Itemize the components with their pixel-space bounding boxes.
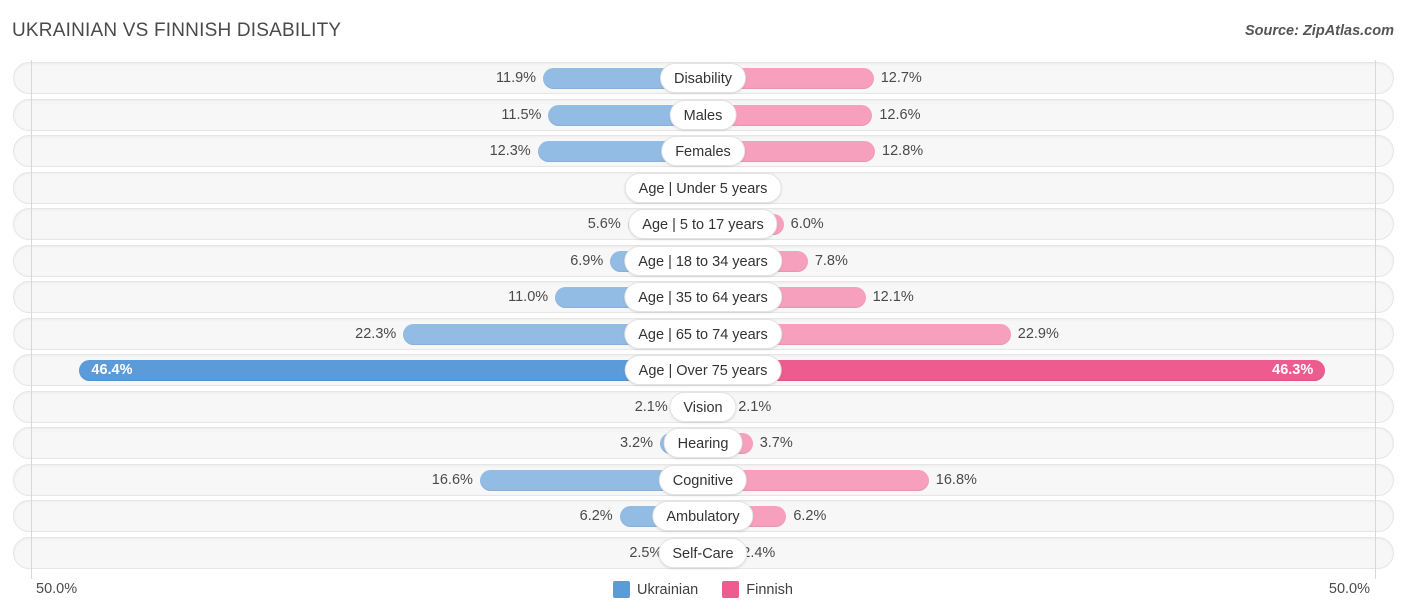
value-label-ukrainian: 6.9% [570,252,604,269]
chart-footer: 50.0% 50.0% Ukrainian Finnish [0,573,1406,612]
value-label-ukrainian: 11.5% [501,106,542,123]
table-row: 16.6% 16.8% Cognitive [0,462,1406,499]
chart-header: UKRAINIAN VS FINNISH DISABILITY Source: … [0,0,1406,60]
category-label: Age | 5 to 17 years [628,209,778,239]
legend-label: Ukrainian [637,581,699,598]
value-label-ukrainian: 5.6% [587,216,621,232]
category-label: Cognitive [658,464,748,495]
category-label: Ambulatory [652,501,754,531]
value-label-ukrainian: 22.3% [355,325,397,342]
value-label-ukrainian: 11.9% [496,70,537,86]
value-label-finnish: 16.8% [935,471,977,488]
value-label-finnish: 12.1% [872,289,914,305]
legend-item[interactable]: Ukrainian [613,581,698,598]
value-label-finnish: 2.1% [738,398,772,415]
legend-label: Finnish [746,581,793,598]
category-label: Age | 18 to 34 years [624,245,782,276]
value-label-finnish: 12.6% [879,106,921,123]
value-label-finnish: 46.3% [1272,362,1314,378]
category-label: Hearing [663,428,743,458]
table-row: 2.1% 2.1% Vision [0,389,1406,426]
category-label: Females [661,136,745,166]
value-label-finnish: 6.0% [790,216,824,232]
table-row: 11.9% 12.7% Disability [0,60,1406,97]
value-label-finnish: 3.7% [759,435,793,451]
value-label-ukrainian: 12.3% [489,143,531,159]
table-row: 6.9% 7.8% Age | 18 to 34 years [0,243,1406,280]
table-row: 6.2% 6.2% Ambulatory [0,498,1406,535]
value-label-ukrainian: 46.4% [91,362,133,378]
gridline-left [31,60,32,579]
category-label: Males [669,99,737,130]
category-label: Age | Over 75 years [624,355,782,385]
value-label-finnish: 6.2% [793,508,827,524]
value-label-ukrainian: 16.6% [431,471,473,488]
source-attribution: Source: ZipAtlas.com [1244,23,1394,39]
value-label-ukrainian: 11.0% [508,289,549,305]
chart-root: UKRAINIAN VS FINNISH DISABILITY Source: … [0,0,1406,612]
value-label-ukrainian: 2.1% [634,398,668,415]
legend-swatch-icon [613,581,630,598]
bar-rows: 11.9% 12.7% Disability 11.5% 12.6% Males 12.3%… [0,60,1406,571]
table-row: 12.3% 12.8% Females [0,133,1406,170]
table-row: 11.5% 12.6% Males [0,97,1406,134]
table-row: 5.6% 6.0% Age | 5 to 17 years [0,206,1406,243]
table-row: 46.4% 46.3% Age | Over 75 years [0,352,1406,389]
category-label: Vision [669,391,737,422]
category-label: Age | 35 to 64 years [624,282,782,312]
value-label-finnish: 12.8% [882,143,924,159]
plot-area: 11.9% 12.7% Disability 11.5% 12.6% Males 12.3%… [0,60,1406,579]
table-row: 3.2% 3.7% Hearing [0,425,1406,462]
table-row: 1.3%1.6%Age | Under 5 years [0,170,1406,207]
value-label-finnish: 22.9% [1017,325,1059,342]
bar-ukrainian [79,360,703,381]
page-title: UKRAINIAN VS FINNISH DISABILITY [12,20,342,41]
value-label-finnish: 7.8% [814,252,848,269]
value-label-ukrainian: 6.2% [579,508,613,524]
legend-swatch-icon [722,581,740,598]
gridline-right [1375,60,1376,579]
value-label-finnish: 12.7% [880,70,922,86]
value-label-ukrainian: 3.2% [619,435,653,451]
table-row: 11.0% 12.1% Age | 35 to 64 years [0,279,1406,316]
legend: Ukrainian Finnish [0,581,1406,598]
category-label: Disability [659,63,747,93]
legend-item[interactable]: Finnish [722,581,793,598]
table-row: 22.3% 22.9% Age | 65 to 74 years [0,316,1406,353]
category-label: Age | 65 to 74 years [624,318,782,349]
category-label: Age | Under 5 years [624,172,782,203]
table-row: 2.5% 2.4% Self-Care [0,535,1406,572]
bar-finnish [703,360,1326,381]
category-label: Self-Care [658,537,748,568]
